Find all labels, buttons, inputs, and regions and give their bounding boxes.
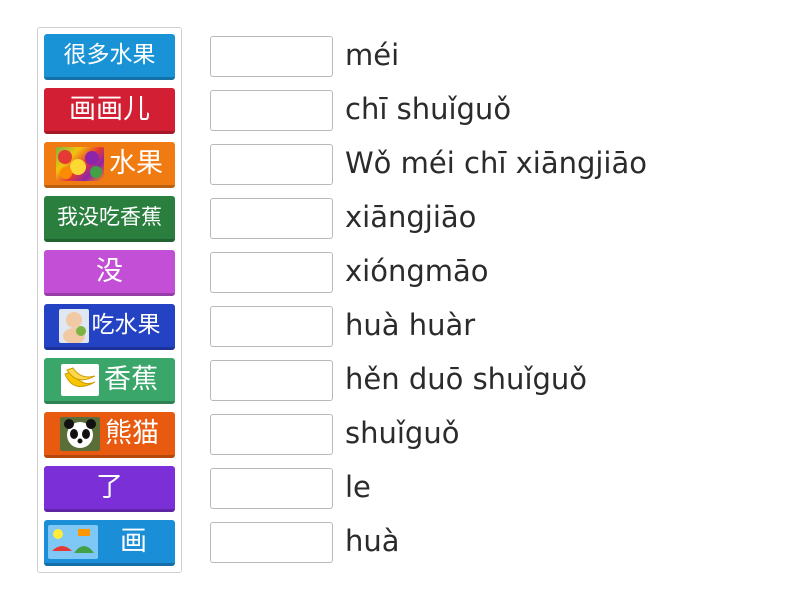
tile-xiongmao[interactable]: 熊猫: [44, 412, 175, 458]
tile-shuiguo[interactable]: 水果: [44, 142, 175, 188]
tile-label: 香蕉: [104, 364, 158, 395]
tile-label: 画: [120, 526, 147, 557]
panda-image: [60, 416, 100, 451]
pinyin-label: chī shuǐguǒ: [345, 92, 512, 126]
drop-slot[interactable]: [210, 36, 333, 77]
drop-slot[interactable]: [210, 306, 333, 347]
baby-eating-image: [58, 308, 89, 343]
tile-label: 没: [96, 256, 123, 287]
drop-slot[interactable]: [210, 360, 333, 401]
drop-slot[interactable]: [210, 198, 333, 239]
tile-label: 熊猫: [105, 418, 159, 449]
tile-le[interactable]: 了: [44, 466, 175, 512]
drop-slot[interactable]: [210, 144, 333, 185]
drop-slot[interactable]: [210, 252, 333, 293]
tile-hen-duo-shuiguo[interactable]: 很多水果: [44, 34, 175, 80]
tile-chi-shuiguo[interactable]: 吃水果: [44, 304, 175, 350]
drop-slot[interactable]: [210, 522, 333, 563]
tile-xiangjiao[interactable]: 香蕉: [44, 358, 175, 404]
pinyin-label: Wǒ méi chī xiāngjiāo: [345, 146, 648, 180]
banana-image: [61, 363, 99, 396]
tile-hua[interactable]: 画: [44, 520, 175, 566]
tile-mei[interactable]: 没: [44, 250, 175, 296]
tile-hua-huar[interactable]: 画画儿: [44, 88, 175, 134]
tile-wo-mei-chi-xiangjiao[interactable]: 我没吃香蕉: [44, 196, 175, 242]
tile-label: 吃水果: [91, 312, 161, 338]
tile-label: 我没吃香蕉: [57, 205, 162, 229]
fruit-image: [56, 146, 104, 181]
drop-slot[interactable]: [210, 414, 333, 455]
pinyin-label: shuǐguǒ: [345, 416, 460, 450]
drawing-image: [48, 524, 98, 559]
pinyin-label: xiāngjiāo: [345, 200, 477, 234]
pinyin-label: hěn duō shuǐguǒ: [345, 362, 588, 396]
tile-label: 水果: [109, 148, 163, 179]
pinyin-label: huà huàr: [345, 308, 476, 342]
pinyin-label: méi: [345, 38, 400, 72]
tile-label: 很多水果: [63, 42, 156, 68]
pinyin-label: huà: [345, 524, 400, 558]
pinyin-label: le: [345, 470, 371, 504]
drop-slot[interactable]: [210, 468, 333, 509]
pinyin-label: xióngmāo: [345, 254, 489, 288]
tile-bank: 很多水果 画画儿 水果 我没吃香蕉 没 吃水果 香蕉 熊猫 了 画: [37, 27, 182, 573]
tile-label: 画画儿: [69, 94, 150, 125]
tile-label: 了: [96, 472, 123, 503]
drop-slot[interactable]: [210, 90, 333, 131]
